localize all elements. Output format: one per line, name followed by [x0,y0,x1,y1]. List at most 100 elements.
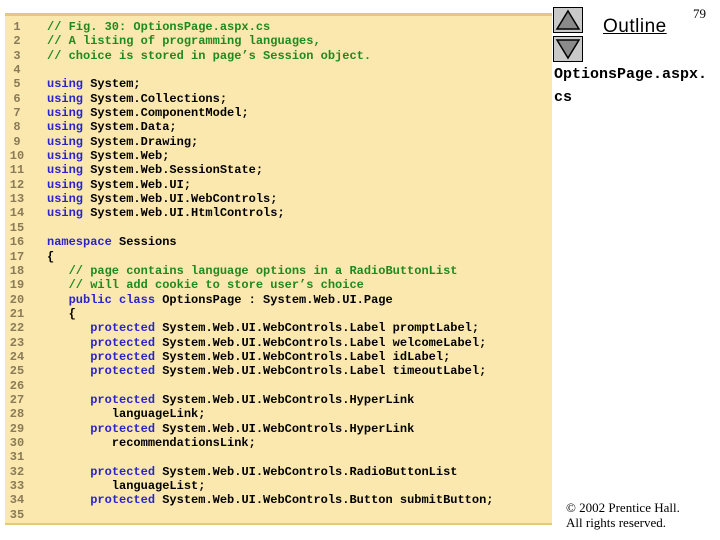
line-number: 30 [9,435,25,450]
line-number: 26 [9,378,25,393]
code-text: { [47,306,76,321]
line-number: 14 [9,206,25,221]
code-keyword: protected [90,321,156,336]
code-line: 14 using System.Web.UI.HtmlControls; [8,206,552,220]
code-line: 25 protected System.Web.UI.WebControls.L… [8,364,552,378]
copyright-line-1: © 2002 Prentice Hall. [566,500,680,515]
line-number: 10 [9,149,25,164]
code-line: 35 [8,508,552,522]
outline-heading[interactable]: Outline [603,16,667,38]
line-number: 27 [9,392,25,407]
code-line: 1 // Fig. 30: OptionsPage.aspx.cs [8,20,552,34]
code-keyword: using [47,149,84,164]
code-line: 30 recommendationsLink; [8,436,552,450]
code-keyword: using [47,206,84,221]
code-line: 22 protected System.Web.UI.WebControls.L… [8,321,552,335]
code-keyword: protected [90,421,156,436]
code-line: 13 using System.Web.UI.WebControls; [8,192,552,206]
line-number: 13 [9,192,25,207]
code-keyword: protected [90,392,156,407]
line-number: 8 [13,120,21,135]
line-number: 21 [9,306,25,321]
up-arrow-icon [555,9,581,30]
line-number: 33 [9,479,25,493]
code-line: 10 using System.Web; [8,149,552,163]
code-text: System.Web.UI.WebControls.HyperLink [155,392,415,407]
code-keyword: using [47,91,84,106]
line-number: 5 [13,77,21,92]
code-keyword: namespace [47,235,112,250]
code-line: 15 [8,221,552,235]
line-number: 29 [9,421,25,436]
slide: 1 // Fig. 30: OptionsPage.aspx.cs 2 // A li… [0,0,720,540]
code-comment: // page contains language options in a R… [47,263,458,278]
code-keyword: protected [90,493,156,508]
code-line: 5 using System; [8,77,552,91]
code-line: 29 protected System.Web.UI.WebControls.H… [8,422,552,436]
code-text: { [47,249,55,264]
code-line: 26 [8,379,552,393]
code-text: languageLink; [47,407,206,422]
line-number: 2 [13,34,21,49]
code-text: System.Web.SessionState; [83,163,264,178]
code-text: System.Web.UI.HtmlControls; [83,206,285,221]
code-line: 32 protected System.Web.UI.WebControls.R… [8,465,552,479]
code-line: 16 namespace Sessions [8,235,552,249]
code-line: 11 using System.Web.SessionState; [8,163,552,177]
code-keyword: using [47,192,84,207]
code-text: System.Web.UI.WebControls.Label idLabel; [155,349,451,364]
line-number: 15 [9,220,25,235]
line-number: 25 [9,364,25,379]
code-text: System.ComponentModel; [83,106,249,121]
code-keyword: using [47,120,84,135]
line-number: 6 [13,91,21,106]
code-text: recommendationsLink; [47,435,256,450]
line-number: 4 [13,63,21,78]
code-keyword: protected [90,335,156,350]
code-text: System.Web.UI.WebControls.Label promptLa… [155,321,480,336]
code-text: System.Collections; [83,91,228,106]
code-keyword: protected [90,349,156,364]
nav-up-button[interactable] [553,7,583,33]
code-comment: // choice is stored in page’s Session ob… [47,48,372,63]
line-number: 1 [13,20,21,34]
code-text: System.Web.UI.WebControls.Label welcomeL… [155,335,487,350]
line-number: 11 [9,163,25,178]
code-keyword: protected [90,364,156,379]
line-number: 20 [9,292,25,307]
copyright: © 2002 Prentice Hall. All rights reserve… [566,500,680,530]
code-text: System.Web.UI; [83,177,192,192]
code-line: 17 { [8,250,552,264]
code-line: 31 [8,450,552,464]
code-line: 7 using System.ComponentModel; [8,106,552,120]
code-line: 21 { [8,307,552,321]
code-text: System.Web.UI.WebControls.HyperLink [155,421,415,436]
code-line: 28 languageLink; [8,407,552,421]
code-text: System.Drawing; [83,134,199,149]
line-number: 34 [9,493,25,508]
line-number: 22 [9,321,25,336]
line-number: 28 [9,407,25,422]
code-line: 18 // page contains language options in … [8,264,552,278]
line-number: 23 [9,335,25,350]
code-line: 33 languageList; [8,479,552,493]
line-number: 16 [9,235,25,250]
code-keyword: using [47,163,84,178]
code-comment: // will add cookie to store user’s choic… [47,278,364,293]
code-text: System.Data; [83,120,177,135]
code-line: 20 public class OptionsPage : System.Web… [8,293,552,307]
code-line: 23 protected System.Web.UI.WebControls.L… [8,336,552,350]
code-line: 3 // choice is stored in page’s Session o… [8,49,552,63]
code-text: System.Web.UI.WebControls; [83,192,278,207]
code-line: 2 // A listing of programming languages, [8,34,552,48]
nav-down-button[interactable] [553,36,583,62]
line-number: 24 [9,349,25,364]
